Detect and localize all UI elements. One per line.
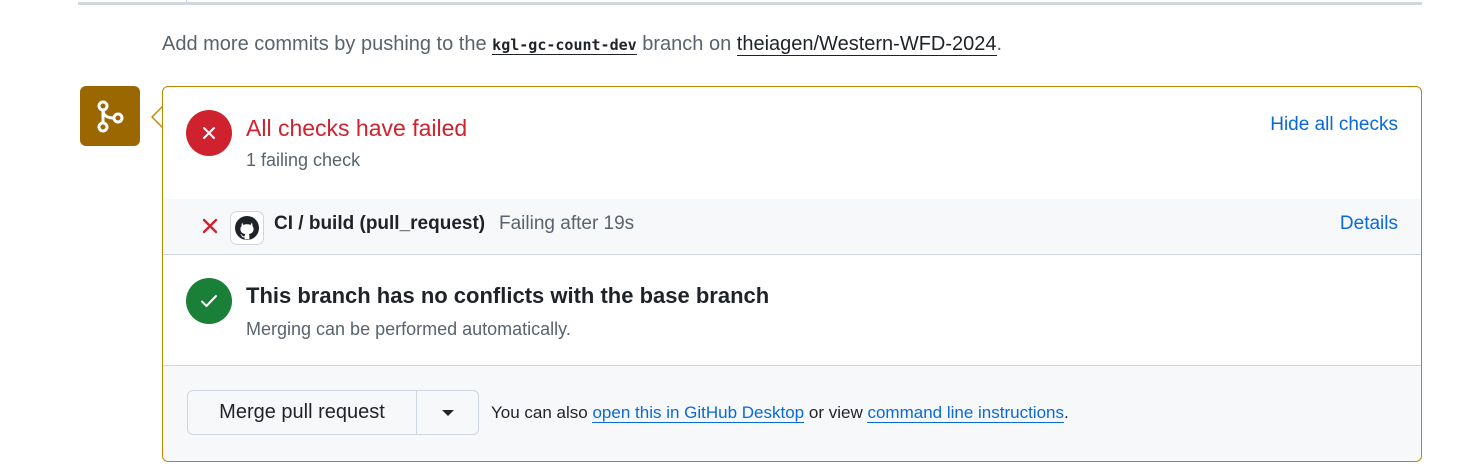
x-circle-icon <box>186 110 232 156</box>
repo-link[interactable]: theiagen/Western-WFD-2024 <box>736 33 997 56</box>
merge-actions: Merge pull request You can also open thi… <box>163 366 1421 461</box>
merge-pull-request-button[interactable]: Merge pull request <box>187 390 417 435</box>
branch-name: kgl-gc-count-dev <box>492 36 637 55</box>
check-status: Failing after 19s <box>499 213 635 234</box>
conflicts-title: This branch has no conflicts with the ba… <box>246 283 770 308</box>
checks-summary: All checks have failed 1 failing check H… <box>163 87 1421 200</box>
check-row: CI / build (pull_request) Failing after … <box>163 199 1421 255</box>
merge-box: All checks have failed 1 failing check H… <box>162 86 1422 462</box>
merge-note-middle: or view <box>808 403 863 422</box>
checks-subtitle: 1 failing check <box>246 150 361 170</box>
hide-all-checks-link[interactable]: Hide all checks <box>1270 114 1398 136</box>
push-note-prefix: Add more commits by pushing to the <box>162 33 487 55</box>
timeline-divider <box>78 2 1422 5</box>
check-circle-icon <box>186 278 232 324</box>
merge-note-suffix: . <box>1064 403 1069 422</box>
git-merge-icon <box>80 86 140 146</box>
merge-note: You can also open this in GitHub Desktop… <box>491 403 1069 423</box>
x-icon <box>201 213 219 244</box>
github-desktop-link[interactable]: open this in GitHub Desktop <box>592 403 805 423</box>
merge-note-prefix: You can also <box>491 403 588 422</box>
checks-title: All checks have failed <box>246 115 468 141</box>
merge-method-dropdown-button[interactable] <box>416 390 479 435</box>
timeline-tick <box>186 0 187 4</box>
details-link[interactable]: Details <box>1340 213 1398 235</box>
github-logo-icon <box>230 211 264 245</box>
conflicts-subtitle: Merging can be performed automatically. <box>246 319 571 339</box>
conflicts-section: This branch has no conflicts with the ba… <box>163 255 1421 366</box>
triangle-down-icon <box>441 409 454 416</box>
push-note-middle: branch on <box>642 33 732 55</box>
push-note: Add more commits by pushing to the kgl-g… <box>162 33 1002 56</box>
command-line-instructions-link[interactable]: command line instructions <box>867 403 1064 423</box>
check-name-link[interactable]: CI / build (pull_request) <box>274 213 485 235</box>
push-note-suffix: . <box>996 33 1003 55</box>
